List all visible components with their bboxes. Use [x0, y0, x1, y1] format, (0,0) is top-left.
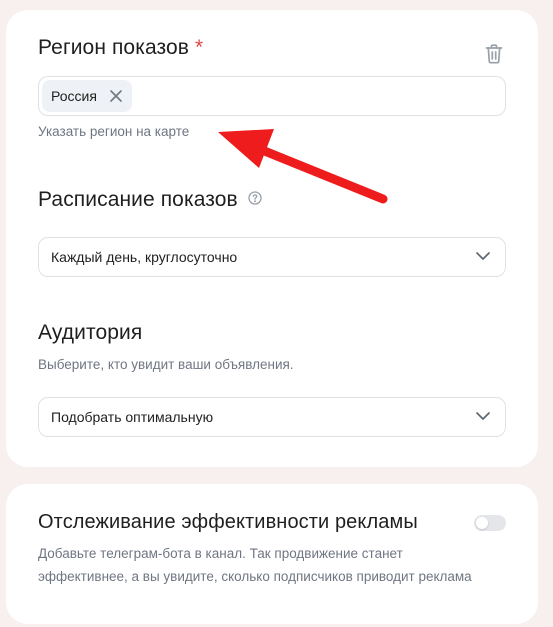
tracking-description-line-1: Добавьте телеграм-бота в канал. Так прод… [38, 546, 403, 561]
region-section-title: Регион показов * [38, 36, 203, 60]
tracking-description-line-2: эффективнее, а вы увидите, сколько подпи… [38, 569, 472, 584]
close-icon[interactable] [109, 89, 123, 103]
toggle-knob [476, 517, 488, 529]
audience-select-value: Подобрать оптимальную [51, 409, 214, 425]
tracking-toggle[interactable] [474, 515, 506, 531]
tracking-description: Добавьте телеграм-бота в канал. Так прод… [38, 542, 518, 588]
audience-subtitle: Выберите, кто увидит ваши объявления. [38, 357, 294, 372]
schedule-select-value: Каждый день, круглосуточно [51, 249, 238, 265]
audience-section-title: Аудитория [38, 321, 143, 344]
schedule-select[interactable]: Каждый день, круглосуточно [38, 237, 506, 277]
region-input[interactable]: Россия [38, 76, 506, 116]
chevron-down-icon [476, 412, 490, 420]
audience-select[interactable]: Подобрать оптимальную [38, 397, 506, 437]
region-chip: Россия [42, 80, 132, 112]
tracking-title: Отслеживание эффективности рекламы [38, 511, 418, 533]
trash-icon[interactable] [484, 43, 504, 65]
schedule-title-text: Расписание показов [38, 188, 238, 211]
question-circle-icon[interactable] [248, 191, 262, 205]
required-mark: * [195, 36, 204, 59]
region-title-text: Регион показов [38, 36, 190, 59]
region-chip-label: Россия [51, 88, 97, 104]
schedule-section-title: Расписание показов [38, 188, 262, 212]
map-region-link[interactable]: Указать регион на карте [38, 124, 189, 139]
targeting-card: Регион показов * Россия Указать регион на… [6, 10, 538, 467]
chevron-down-icon [476, 252, 490, 260]
tracking-card: Отслеживание эффективности рекламы Добав… [6, 484, 538, 624]
